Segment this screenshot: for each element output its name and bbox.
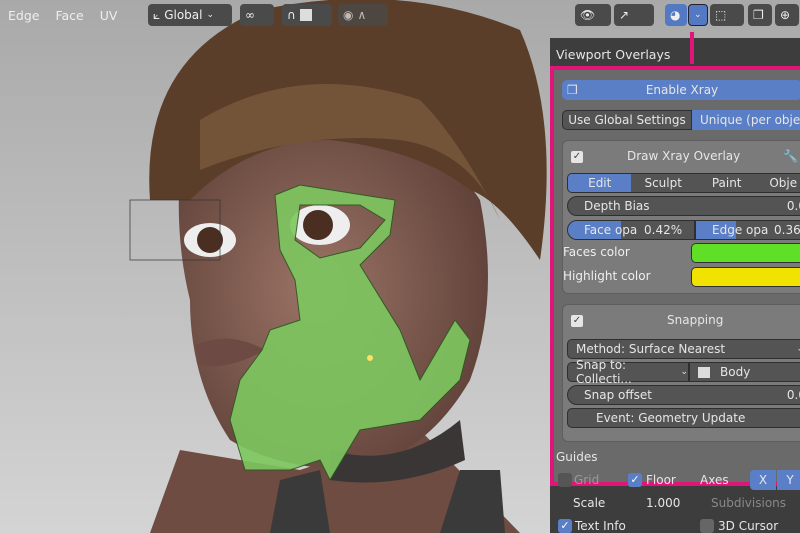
gizmo-button[interactable]: ↗ — [614, 4, 654, 26]
grid-scale-field[interactable]: 1.000 — [646, 496, 680, 510]
globe-icon: ⊕ — [780, 8, 791, 22]
highlight-color-label: Highlight color — [563, 269, 651, 283]
collection-box-icon — [698, 366, 710, 378]
pivot-button[interactable]: ∞ — [240, 4, 274, 26]
wrench-icon[interactable]: 🔧 — [783, 149, 798, 163]
overlays-icon: ◕ — [670, 8, 681, 22]
chevron-down-icon: ⌄ — [206, 10, 215, 20]
snap-target-field[interactable]: Body — [689, 362, 800, 382]
face-opacity-slider[interactable]: Face opa 0.42% — [567, 220, 695, 240]
annotation-arrow — [690, 32, 694, 64]
highlight-color-swatch[interactable] — [691, 267, 800, 287]
tab-paint[interactable]: Paint — [695, 176, 758, 190]
xray-icon: ❐ — [753, 8, 764, 22]
tab-edit[interactable]: Edit — [568, 174, 632, 192]
circle-icon: ◉ — [343, 8, 354, 22]
faces-color-label: Faces color — [563, 245, 630, 259]
magnet-icon: ∩ — [287, 8, 296, 22]
overlays-button[interactable]: ◕ — [665, 4, 687, 26]
eye-icon: 👁 — [580, 8, 596, 22]
grid-checkbox[interactable] — [558, 473, 572, 487]
guides-heading: Guides — [556, 450, 598, 464]
visibility-button[interactable]: 👁 — [575, 4, 611, 26]
falloff-icon: ∧ — [357, 8, 367, 22]
xray-toggle-button[interactable]: ❐ — [748, 4, 772, 26]
gizmo-icon: ↗ — [619, 8, 630, 22]
tab-sculpt[interactable]: Sculpt — [631, 176, 694, 190]
axes-icon: ⟀ — [153, 7, 161, 22]
link-icon: ∞ — [245, 8, 255, 22]
snapping-label: Snapping — [667, 313, 724, 327]
snap-method-dropdown[interactable]: Method: Surface Nearest⌄ — [567, 339, 800, 359]
tab-object[interactable]: Obje — [758, 176, 800, 190]
snap-offset-slider[interactable]: Snap offset 0.0 — [567, 385, 800, 405]
chevron-down-icon: ⌄ — [680, 367, 688, 377]
overlays-dropdown-button[interactable]: ⌄ — [688, 4, 708, 26]
axis-x-toggle[interactable]: X — [750, 470, 776, 490]
draw-xray-checkbox[interactable]: ✓ — [571, 151, 583, 163]
menu-face[interactable]: Face — [55, 8, 83, 23]
highlighted-region: ❒ Enable Xray Use Global Settings Unique … — [550, 66, 800, 486]
shading-wireframe-button[interactable]: ⊕ — [775, 4, 799, 26]
3d-cursor-checkbox[interactable] — [700, 519, 714, 533]
floor-checkbox[interactable]: ✓ — [628, 473, 642, 487]
use-global-settings-tab[interactable]: Use Global Settings — [562, 110, 692, 130]
unique-per-object-tab[interactable]: Unique (per obje — [692, 110, 800, 130]
draw-xray-subpanel: ✓ Draw Xray Overlay 🔧 Edit Sculpt Paint … — [562, 140, 800, 294]
vertex-icon: ⬚ — [715, 8, 727, 22]
snap-to-dropdown[interactable]: Snap to: Collecti... ⌄ — [567, 358, 689, 386]
panel-title: Viewport Overlays — [556, 47, 671, 62]
snapping-subpanel: ✓ Snapping Method: Surface Nearest⌄ Snap… — [562, 304, 800, 442]
enable-xray-button[interactable]: ❒ Enable Xray — [562, 80, 800, 100]
mesh-overlays-button[interactable]: ⬚ — [710, 4, 744, 26]
chevron-down-icon: ⌄ — [694, 10, 702, 20]
chevron-down-icon: ⌄ — [796, 344, 800, 354]
snapping-checkbox[interactable]: ✓ — [571, 315, 583, 327]
draw-xray-label: Draw Xray Overlay — [627, 149, 741, 163]
edge-opacity-slider[interactable]: Edge opa 0.36 — [695, 220, 800, 240]
snap-button[interactable]: ∩ — [282, 4, 332, 26]
cube-icon: ❒ — [567, 83, 578, 97]
snap-target-icon — [299, 9, 312, 21]
menu-uv[interactable]: UV — [100, 8, 118, 23]
viewport-overlays-popover: Viewport Overlays ❒ Enable Xray Use Globa… — [550, 32, 800, 533]
text-info-checkbox[interactable]: ✓ — [558, 519, 572, 533]
transform-orientation-dropdown[interactable]: ⟀ Global ⌄ — [148, 4, 232, 26]
event-dropdown[interactable]: Event: Geometry Update — [567, 408, 800, 428]
depth-bias-slider[interactable]: Depth Bias 0.0 — [567, 196, 800, 216]
faces-color-swatch[interactable] — [691, 243, 800, 263]
proportional-edit-button[interactable]: ◉ ∧ — [338, 4, 388, 26]
axis-y-toggle[interactable]: Y — [777, 470, 800, 490]
menu-edge[interactable]: Edge — [8, 8, 39, 23]
